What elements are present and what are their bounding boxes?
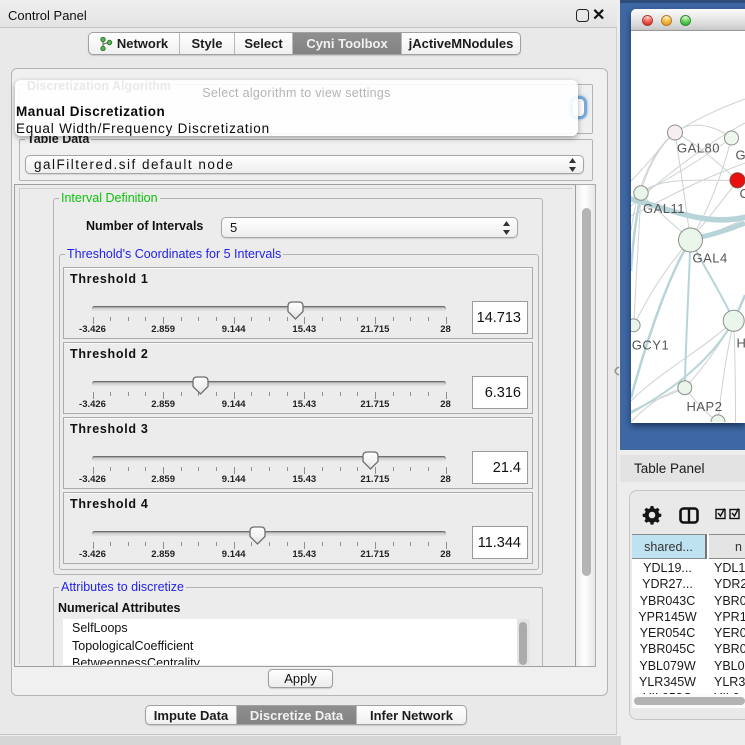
svg-text:HAP2: HAP2 bbox=[687, 399, 723, 414]
svg-text:GAL80: GAL80 bbox=[677, 141, 720, 156]
svg-text:C: C bbox=[740, 186, 745, 201]
svg-text:GCY1: GCY1 bbox=[632, 337, 669, 352]
svg-text:H: H bbox=[737, 335, 745, 350]
svg-text:GA: GA bbox=[736, 148, 745, 163]
svg-text:GAL4: GAL4 bbox=[693, 251, 728, 266]
svg-text:GAL11: GAL11 bbox=[643, 201, 685, 216]
